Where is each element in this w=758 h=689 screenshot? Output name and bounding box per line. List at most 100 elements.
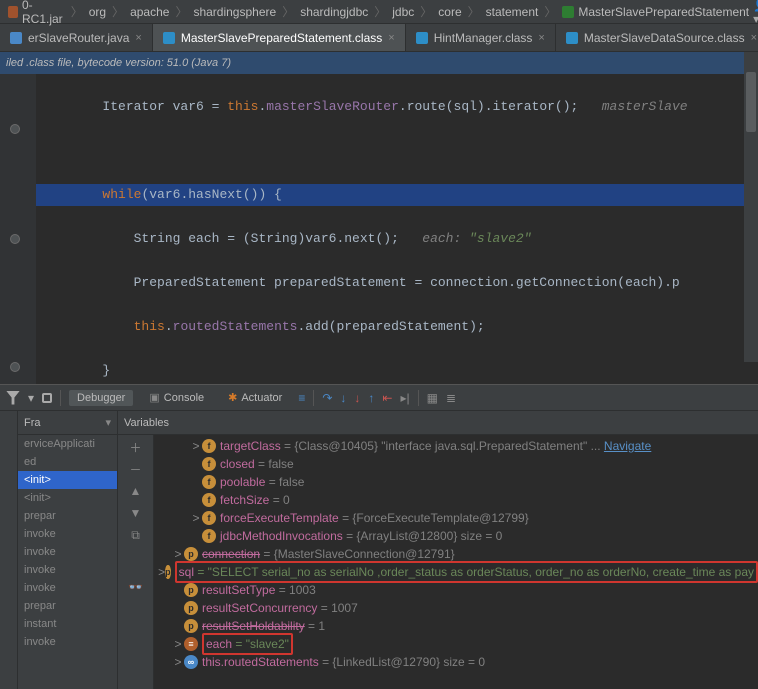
var-kind-icon: p <box>184 601 198 615</box>
class-icon <box>562 6 574 18</box>
breadcrumb-item[interactable]: org <box>85 5 110 19</box>
navigate-link[interactable]: Navigate <box>604 439 651 453</box>
breadcrumb-item[interactable]: shardingjdbc <box>296 5 372 19</box>
expand-icon[interactable]: > <box>172 653 184 671</box>
var-kind-icon: f <box>202 475 216 489</box>
breakpoint-marker[interactable] <box>10 362 20 372</box>
close-icon[interactable]: × <box>538 32 544 44</box>
drop-frame-icon[interactable]: ⇤ <box>382 391 392 405</box>
breakpoint-marker[interactable] <box>10 124 20 134</box>
variable-row[interactable]: >psql = "SELECT serial_no as serialNo ,o… <box>154 563 758 581</box>
debug-tool-window: ▾ Debugger ▣Console ✱Actuator ≡ ↷ ↓ ↓ ↑ … <box>0 384 758 689</box>
variable-row[interactable]: presultSetType = 1003 <box>154 581 758 599</box>
stack-frame[interactable]: <init> <box>18 471 117 489</box>
new-watch-icon[interactable]: ＋ <box>128 439 144 455</box>
var-kind-icon: ∞ <box>184 655 198 669</box>
tab-debugger[interactable]: Debugger <box>69 390 133 406</box>
glasses-icon[interactable]: 👓 <box>128 579 144 595</box>
funnel-icon[interactable]: ▾ <box>28 391 34 405</box>
step-out-icon[interactable]: ↑ <box>368 391 374 405</box>
var-kind-icon: f <box>202 511 216 525</box>
breadcrumb-item[interactable]: apache <box>126 5 173 19</box>
tab[interactable]: HintManager.class× <box>406 24 556 51</box>
breadcrumb-item[interactable]: MasterSlavePreparedStatement <box>558 5 753 19</box>
step-over-icon[interactable]: ↷ <box>322 391 332 405</box>
breakpoint-marker[interactable] <box>10 234 20 244</box>
close-icon[interactable]: × <box>135 32 141 44</box>
close-icon[interactable]: × <box>751 32 757 44</box>
tab[interactable]: MasterSlavePreparedStatement.class× <box>153 24 406 51</box>
variable-row[interactable]: fclosed = false <box>154 455 758 473</box>
variable-row[interactable]: >ftargetClass = {Class@10405} "interface… <box>154 437 758 455</box>
variable-row[interactable]: presultSetConcurrency = 1007 <box>154 599 758 617</box>
stack-frame[interactable]: invoke <box>18 633 117 651</box>
breadcrumb-item[interactable]: core <box>434 5 465 19</box>
editor-scrollbar[interactable] <box>744 52 758 362</box>
code-editor[interactable]: Iterator var6 = this.masterSlaveRouter.r… <box>0 74 758 384</box>
stack-frame[interactable]: invoke <box>18 525 117 543</box>
variables-panel: Variables ＋ － ▲ ▼ ⧉ 👓 >ftargetClass = {C… <box>118 411 758 689</box>
stack-frame[interactable]: prepar <box>18 507 117 525</box>
stack-frame[interactable]: <init> <box>18 489 117 507</box>
pin-icon[interactable] <box>42 393 52 403</box>
breadcrumb-item[interactable]: shardingsphere <box>189 5 280 19</box>
chevron-down-icon[interactable]: ▾ <box>105 416 111 429</box>
frames-header: Fra ▾ <box>18 411 117 435</box>
move-down-icon[interactable]: ▼ <box>128 505 144 521</box>
force-step-into-icon[interactable]: ↓ <box>354 391 360 405</box>
var-kind-icon: f <box>202 493 216 507</box>
debug-left-gutter <box>0 411 18 689</box>
variable-row[interactable]: ffetchSize = 0 <box>154 491 758 509</box>
move-up-icon[interactable]: ▲ <box>128 483 144 499</box>
jar-icon <box>8 6 18 18</box>
more-icon[interactable]: ≣ <box>446 391 456 405</box>
stack-frame[interactable]: instant <box>18 615 117 633</box>
java-file-icon <box>10 32 22 44</box>
copy-icon[interactable]: ⧉ <box>128 527 144 543</box>
breadcrumb-item[interactable]: 0-RC1.jar <box>4 0 69 26</box>
breadcrumb-bar: 0-RC1.jar〉 org〉 apache〉 shardingsphere〉 … <box>0 0 758 24</box>
variable-row[interactable]: fjdbcMethodInvocations = {ArrayList@1280… <box>154 527 758 545</box>
evaluate-icon[interactable]: ▦ <box>427 391 438 405</box>
stack-frame[interactable]: invoke <box>18 561 117 579</box>
breadcrumb-item[interactable]: jdbc <box>388 5 418 19</box>
debug-toolbar: ▾ Debugger ▣Console ✱Actuator ≡ ↷ ↓ ↓ ↑ … <box>0 385 758 411</box>
variables-tree[interactable]: >ftargetClass = {Class@10405} "interface… <box>154 435 758 689</box>
user-menu[interactable]: 👤▾ <box>753 0 758 26</box>
expand-icon[interactable]: > <box>190 509 202 527</box>
remove-watch-icon[interactable]: － <box>128 461 144 477</box>
tab[interactable]: erSlaveRouter.java× <box>0 24 153 51</box>
close-icon[interactable]: × <box>388 32 394 44</box>
variables-controls: ＋ － ▲ ▼ ⧉ 👓 <box>118 435 154 689</box>
scrollbar-thumb[interactable] <box>746 72 756 132</box>
tab[interactable]: MasterSlaveDataSource.class× <box>556 24 758 51</box>
decompiled-info-bar: iled .class file, bytecode version: 51.0… <box>0 52 758 74</box>
variable-row[interactable]: fpoolable = false <box>154 473 758 491</box>
filter-icon[interactable] <box>6 391 20 405</box>
tab-actuator[interactable]: ✱Actuator <box>220 389 290 406</box>
expand-icon[interactable]: > <box>190 437 202 455</box>
var-kind-icon: p <box>184 547 198 561</box>
gutter[interactable] <box>0 74 36 384</box>
stack-frame[interactable]: invoke <box>18 543 117 561</box>
code-content: Iterator var6 = this.masterSlaveRouter.r… <box>40 74 758 384</box>
var-kind-icon: f <box>202 439 216 453</box>
class-file-icon <box>566 32 578 44</box>
breadcrumb-item[interactable]: statement <box>482 5 543 19</box>
tab-console[interactable]: ▣Console <box>141 389 212 406</box>
variable-row[interactable]: >∞this.routedStatements = {LinkedList@12… <box>154 653 758 671</box>
step-into-icon[interactable]: ↓ <box>340 391 346 405</box>
var-kind-icon: ≡ <box>184 637 198 651</box>
stack-frame[interactable]: ed <box>18 453 117 471</box>
expand-icon[interactable]: > <box>172 635 184 653</box>
threads-icon[interactable]: ≡ <box>298 391 305 405</box>
variables-header: Variables <box>118 411 758 435</box>
variable-row[interactable]: >fforceExecuteTemplate = {ForceExecuteTe… <box>154 509 758 527</box>
stack-frame[interactable]: prepar <box>18 597 117 615</box>
var-kind-icon: f <box>202 457 216 471</box>
variable-row[interactable]: >≡each = "slave2" <box>154 635 758 653</box>
expand-icon[interactable]: > <box>158 563 165 581</box>
stack-frame[interactable]: invoke <box>18 579 117 597</box>
stack-frame[interactable]: erviceApplicati <box>18 435 117 453</box>
run-to-cursor-icon[interactable]: ▸| <box>400 391 409 405</box>
